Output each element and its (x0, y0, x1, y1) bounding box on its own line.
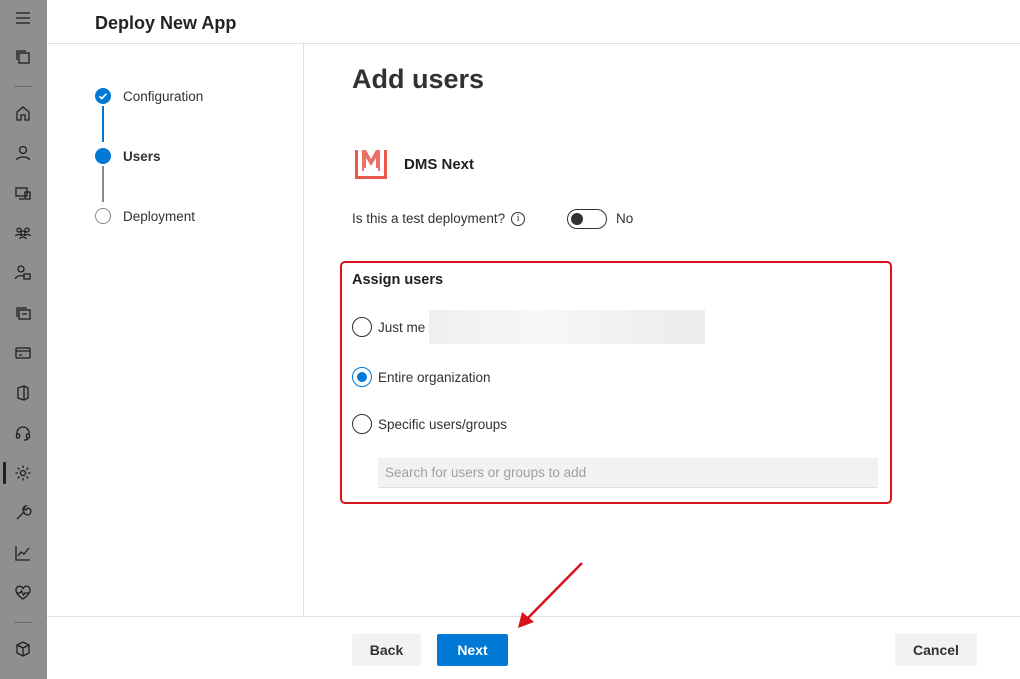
rail-divider (14, 622, 32, 623)
app-name: DMS Next (404, 156, 475, 173)
step-connector (102, 106, 104, 142)
search-users-field[interactable] (378, 458, 878, 488)
setup-icon[interactable] (12, 502, 34, 524)
redacted-user-name (429, 310, 705, 344)
assign-users-title: Assign users (352, 272, 444, 288)
step-configuration[interactable]: Configuration (95, 88, 203, 104)
office-icon[interactable] (12, 382, 34, 404)
home-icon[interactable] (12, 102, 34, 124)
footer-divider (47, 616, 1020, 617)
rail-divider (14, 86, 32, 87)
radio-label: Specific users/groups (378, 416, 508, 432)
admin-centers-icon[interactable] (12, 638, 34, 660)
pending-step-dot (95, 208, 111, 224)
radio-fill (357, 372, 367, 382)
toggle-knob (571, 213, 583, 225)
page-heading: Add users (352, 64, 485, 94)
info-icon[interactable]: i (511, 211, 526, 226)
reports-icon[interactable] (12, 542, 34, 564)
test-deployment-toggle[interactable] (567, 209, 607, 229)
active-indicator (3, 462, 6, 484)
radio-entire-organization[interactable]: Entire organization (352, 367, 491, 387)
header-divider (47, 43, 1020, 44)
next-button[interactable]: Next (437, 634, 508, 666)
copy-icon[interactable] (12, 46, 34, 68)
radio-specific-users-groups[interactable]: Specific users/groups (352, 414, 507, 434)
checkmark-icon (95, 88, 111, 104)
billing-icon[interactable] (12, 342, 34, 364)
step-label: Users (123, 148, 161, 164)
resources-icon[interactable] (12, 302, 34, 324)
radio-circle-selected[interactable] (352, 367, 372, 387)
step-deployment[interactable]: Deployment (95, 208, 195, 224)
user-icon[interactable] (12, 142, 34, 164)
search-users-input[interactable] (378, 458, 878, 487)
step-connector (102, 166, 104, 202)
devices-icon[interactable] (12, 182, 34, 204)
support-icon[interactable] (12, 422, 34, 444)
step-label: Deployment (123, 208, 196, 224)
left-nav-rail (0, 0, 47, 679)
radio-circle[interactable] (352, 414, 372, 434)
settings-icon[interactable] (12, 462, 34, 484)
toggle-state-label: No (616, 211, 634, 226)
roles-icon[interactable] (12, 262, 34, 284)
stepper-divider (303, 44, 304, 616)
radio-label: Just me (378, 319, 426, 335)
test-deployment-label: Is this a test deployment? i (352, 211, 526, 226)
step-users[interactable]: Users (95, 148, 161, 164)
back-button[interactable]: Back (352, 634, 421, 666)
step-label: Configuration (123, 88, 204, 104)
deploy-panel: Deploy New App Configuration Users Deplo… (47, 0, 1020, 679)
cancel-button[interactable]: Cancel (895, 634, 977, 666)
panel-title: Deploy New App (95, 13, 237, 33)
groups-icon[interactable] (12, 222, 34, 244)
health-icon[interactable] (12, 582, 34, 604)
radio-circle[interactable] (352, 317, 372, 337)
radio-label: Entire organization (378, 369, 491, 385)
radio-just-me[interactable]: Just me (352, 317, 425, 337)
current-step-dot (95, 148, 111, 164)
dms-logo-icon (353, 146, 389, 182)
test-deployment-question: Is this a test deployment? (352, 211, 506, 226)
menu-icon[interactable] (12, 7, 34, 29)
